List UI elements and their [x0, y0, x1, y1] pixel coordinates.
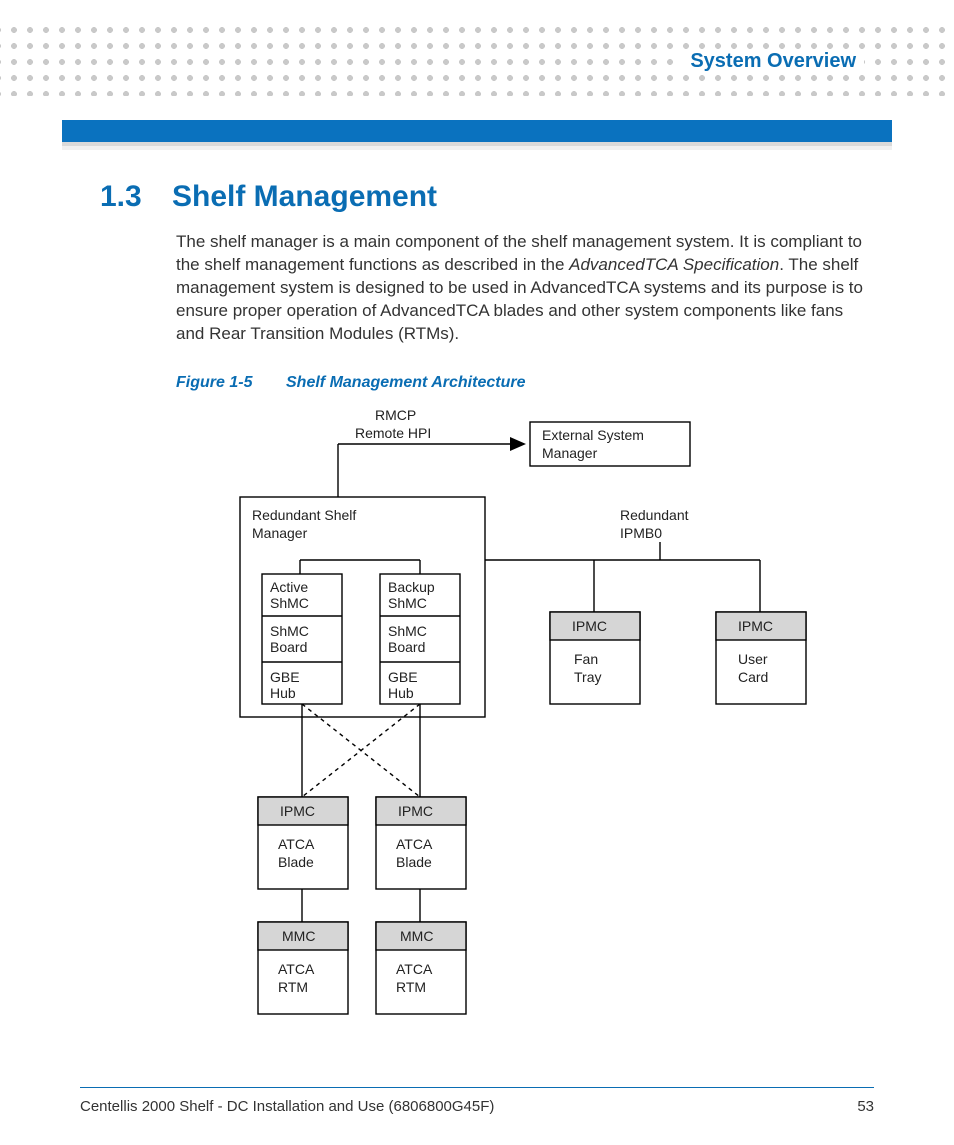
section-number: 1.3	[100, 180, 172, 214]
architecture-diagram: RMCP Remote HPI External System Manager …	[220, 402, 860, 1022]
page-footer: Centellis 2000 Shelf - DC Installation a…	[80, 1087, 874, 1115]
backup-shmc-l2: ShMC	[388, 595, 427, 611]
active-shmc-board-l1: ShMC	[270, 623, 309, 639]
rtm1-mmc: MMC	[282, 928, 315, 944]
rtm2-l1: ATCA	[396, 961, 433, 977]
section-title: Shelf Management	[172, 180, 437, 213]
backup-shmc-board-l2: Board	[388, 639, 425, 655]
active-shmc-l2: ShMC	[270, 595, 309, 611]
line-gbe2-cross	[302, 704, 420, 797]
footer-doc-title: Centellis 2000 Shelf - DC Installation a…	[80, 1098, 494, 1115]
section-paragraph: The shelf manager is a main component of…	[176, 231, 874, 346]
arrow-head	[510, 437, 526, 451]
backup-gbe-l1: GBE	[388, 669, 418, 685]
user-l1: User	[738, 651, 768, 667]
figure-title: Shelf Management Architecture	[286, 374, 525, 391]
blade2-l1: ATCA	[396, 836, 433, 852]
blade1-l2: Blade	[278, 854, 314, 870]
header-blue-bar	[62, 120, 892, 142]
active-gbe-l1: GBE	[270, 669, 300, 685]
active-shmc-board-l2: Board	[270, 639, 307, 655]
rmcp-label: RMCP	[375, 407, 416, 423]
backup-shmc-board-l1: ShMC	[388, 623, 427, 639]
blade1-ipmc: IPMC	[280, 803, 315, 819]
blade2-l2: Blade	[396, 854, 432, 870]
red-ipmb-l2: IPMB0	[620, 525, 662, 541]
fan-ipmc: IPMC	[572, 618, 607, 634]
rtm2-l2: RTM	[396, 979, 426, 995]
figure-label: Figure 1-5	[176, 374, 286, 392]
red-shmgr-l1: Redundant Shelf	[252, 507, 356, 523]
para-em: AdvancedTCA Specification	[569, 255, 779, 274]
user-ipmc: IPMC	[738, 618, 773, 634]
ext-sys-mgr-l1: External System	[542, 427, 644, 443]
active-gbe-l2: Hub	[270, 685, 296, 701]
section-heading: 1.3Shelf Management	[100, 180, 874, 214]
fan-l1: Fan	[574, 651, 598, 667]
rtm1-l2: RTM	[278, 979, 308, 995]
red-shmgr-l2: Manager	[252, 525, 308, 541]
remote-hpi-label: Remote HPI	[355, 425, 431, 441]
user-l2: Card	[738, 669, 768, 685]
blade1-l1: ATCA	[278, 836, 315, 852]
fan-l2: Tray	[574, 669, 601, 685]
rtm1-l1: ATCA	[278, 961, 315, 977]
figure-caption: Figure 1-5Shelf Management Architecture	[176, 374, 874, 392]
backup-shmc-l1: Backup	[388, 579, 435, 595]
diagram: RMCP Remote HPI External System Manager …	[220, 402, 874, 1027]
ext-sys-mgr-l2: Manager	[542, 445, 598, 461]
chapter-label: System Overview	[682, 50, 864, 73]
backup-gbe-l2: Hub	[388, 685, 414, 701]
blade2-ipmc: IPMC	[398, 803, 433, 819]
footer-page-number: 53	[857, 1098, 874, 1115]
rtm2-mmc: MMC	[400, 928, 433, 944]
active-shmc-l1: Active	[270, 579, 308, 595]
red-ipmb-l1: Redundant	[620, 507, 689, 523]
